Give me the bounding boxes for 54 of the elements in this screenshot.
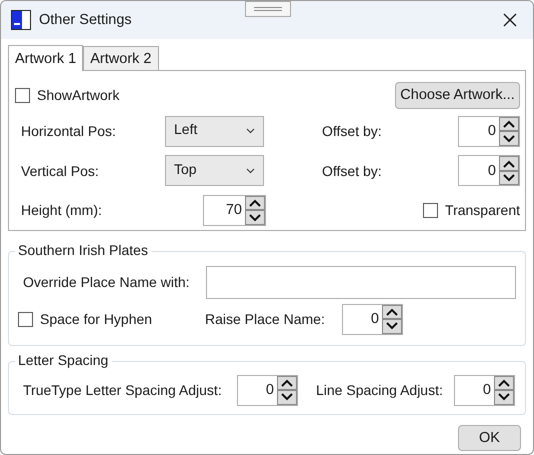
checkbox-label: ShowArtwork bbox=[37, 87, 120, 104]
dropdown[interactable]: Top bbox=[165, 155, 264, 186]
chevron-down-icon bbox=[503, 174, 515, 182]
spin-up-button[interactable] bbox=[245, 196, 265, 210]
spin-up-button[interactable] bbox=[277, 376, 297, 390]
tab[interactable]: Artwork 1 bbox=[8, 45, 84, 71]
place-name-field[interactable] bbox=[206, 266, 516, 298]
close-icon[interactable] bbox=[503, 13, 517, 27]
group-title: Southern Irish Plates bbox=[15, 242, 152, 258]
app-icon bbox=[11, 10, 31, 30]
field-label: Raise Place Name: bbox=[205, 311, 326, 327]
chevron-down-icon bbox=[246, 168, 255, 174]
spin-up-button[interactable] bbox=[499, 156, 519, 171]
spin-down-button[interactable] bbox=[382, 319, 402, 334]
checkbox[interactable] bbox=[18, 312, 33, 326]
chevron-up-icon bbox=[503, 120, 515, 128]
group-title: Letter Spacing bbox=[15, 352, 112, 368]
spin-down-button[interactable] bbox=[499, 170, 519, 186]
chevron-up-icon bbox=[281, 378, 293, 387]
field-label: Height (mm): bbox=[21, 202, 103, 218]
dropdown[interactable]: Left bbox=[165, 116, 264, 147]
spin-down-button[interactable] bbox=[245, 210, 265, 225]
window-title: Other Settings bbox=[39, 12, 133, 28]
spin-up-button[interactable] bbox=[499, 116, 519, 132]
field-label: Horizontal Pos: bbox=[21, 123, 117, 140]
ok-button[interactable]: OK bbox=[458, 425, 521, 451]
chevron-down-icon bbox=[281, 393, 293, 402]
checkbox[interactable] bbox=[423, 202, 438, 218]
choose-artwork-button[interactable]: Choose Artwork... bbox=[395, 82, 520, 109]
spin-down-button[interactable] bbox=[499, 131, 519, 146]
chevron-up-icon bbox=[503, 160, 515, 168]
spin-up-button[interactable] bbox=[494, 376, 514, 390]
field-label: Line Spacing Adjust: bbox=[316, 382, 444, 398]
spin-up-button[interactable] bbox=[382, 304, 402, 319]
field-label: Vertical Pos: bbox=[21, 162, 100, 179]
checkbox-label: Transparent bbox=[445, 202, 520, 218]
chevron-down-icon bbox=[498, 393, 510, 402]
chevron-up-icon bbox=[498, 378, 510, 387]
chevron-down-icon bbox=[503, 134, 515, 143]
field-label: Offset by: bbox=[322, 162, 383, 179]
spin-down-button[interactable] bbox=[494, 390, 514, 404]
field-label: TrueType Letter Spacing Adjust: bbox=[23, 382, 223, 398]
checkbox-label: Space for Hyphen bbox=[40, 311, 152, 327]
chevron-down-icon bbox=[386, 322, 398, 330]
field-label: Override Place Name with: bbox=[23, 274, 191, 290]
spin-down-button[interactable] bbox=[277, 390, 297, 404]
drag-handle[interactable] bbox=[245, 1, 291, 17]
chevron-down-icon bbox=[246, 128, 255, 134]
field-label: Offset by: bbox=[322, 123, 383, 140]
tab[interactable]: Artwork 2 bbox=[83, 46, 158, 70]
chevron-up-icon bbox=[386, 308, 398, 316]
chevron-down-icon bbox=[249, 214, 261, 222]
checkbox[interactable] bbox=[15, 88, 30, 103]
chevron-up-icon bbox=[249, 199, 261, 208]
